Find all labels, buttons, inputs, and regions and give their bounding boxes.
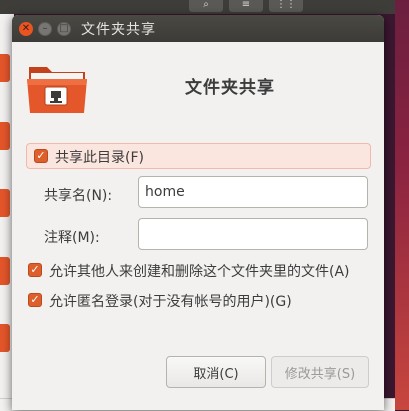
desktop-background: [395, 0, 409, 410]
share-name-input[interactable]: [138, 176, 368, 208]
share-folder-checkbox[interactable]: ✓: [34, 149, 48, 163]
grid-view-icon[interactable]: ⋮⋮: [269, 0, 303, 12]
share-folder-row[interactable]: ✓ 共享此目录(F): [26, 143, 371, 169]
dialog-header: 文件夹共享: [25, 53, 375, 117]
allow-others-checkbox[interactable]: ✓: [28, 263, 42, 277]
dialog-title: 文件夹共享: [81, 21, 156, 38]
parent-window-toolbar: ⌕ ≡ ⋮⋮: [0, 0, 395, 14]
folder-icon: [0, 257, 10, 285]
cancel-button[interactable]: 取消(C): [166, 356, 266, 388]
share-name-label: 共享名(N):: [44, 188, 113, 204]
check-icon: ✓: [30, 263, 40, 276]
list-view-icon[interactable]: ≡: [229, 0, 263, 12]
maximize-icon[interactable]: □: [57, 21, 71, 36]
search-icon[interactable]: ⌕: [189, 0, 223, 12]
folder-icon: [0, 324, 10, 352]
dialog-header-title: 文件夹共享: [185, 78, 275, 98]
dialog-titlebar: ✕ – □ 文件夹共享: [12, 15, 384, 42]
folder-sharing-dialog: ✕ – □ 文件夹共享 文件夹共享 ✓ 共享此目录(F) 共享名(N): 注释(…: [12, 15, 384, 410]
close-icon[interactable]: ✕: [19, 21, 33, 36]
folder-icon: [0, 54, 10, 82]
minimize-icon[interactable]: –: [38, 21, 52, 36]
shared-folder-icon: [27, 67, 87, 113]
check-icon: ✓: [36, 149, 46, 162]
share-folder-label: 共享此目录(F): [55, 150, 144, 166]
guest-access-label[interactable]: 允许匿名登录(对于没有帐号的用户)(G): [49, 291, 292, 311]
comment-input[interactable]: [138, 218, 368, 250]
folder-icon: [0, 189, 10, 217]
allow-others-label[interactable]: 允许其他人来创建和删除这个文件夹里的文件(A): [49, 261, 350, 281]
guest-access-checkbox[interactable]: ✓: [28, 293, 42, 307]
modify-share-button[interactable]: 修改共享(S): [271, 356, 369, 388]
folder-icon: [0, 122, 10, 150]
check-icon: ✓: [30, 293, 40, 306]
comment-label: 注释(M):: [44, 230, 100, 246]
